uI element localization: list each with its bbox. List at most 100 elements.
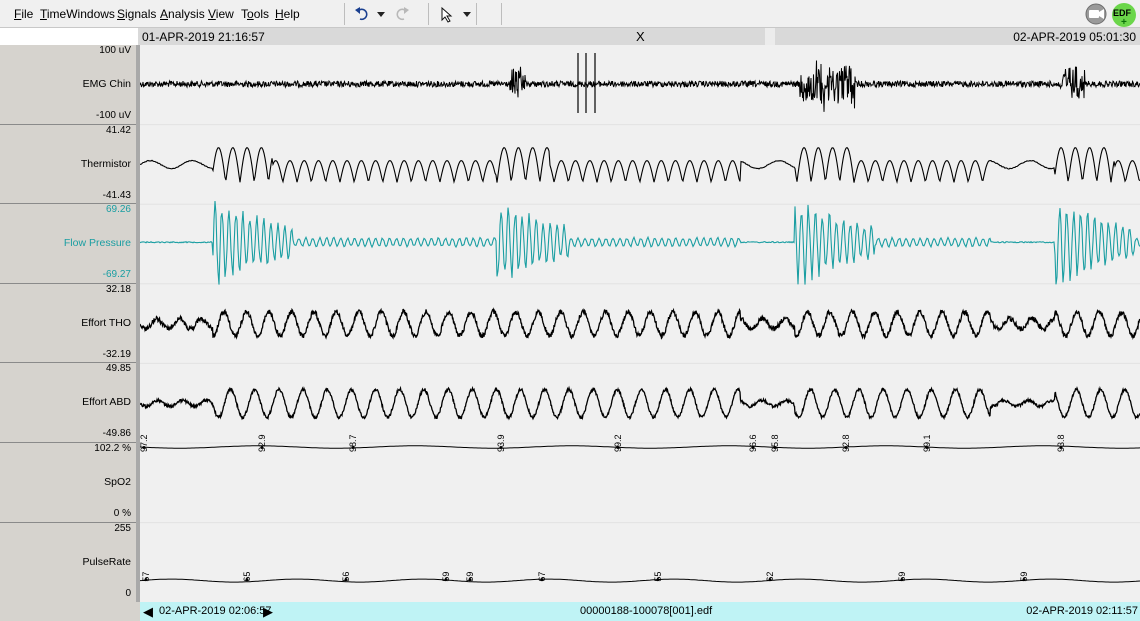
time-range-bar: 01-APR-2019 21:16:57 X 02-APR-2019 05:01… — [138, 28, 1140, 45]
signal-max-label: 102.2 % — [94, 443, 131, 454]
toolbar-separator — [476, 3, 477, 25]
toolbar-separator — [344, 3, 345, 25]
signal-name-label: Effort ABD — [82, 396, 131, 409]
pulse-point-marker — [1022, 578, 1026, 582]
scroll-right-arrow-icon[interactable]: ▶ — [263, 605, 273, 618]
time-end: 02-APR-2019 05:01:30 — [1013, 30, 1136, 44]
signal-min-label: -69.27 — [102, 269, 131, 281]
pulse-point-marker — [468, 578, 472, 582]
signal-separator — [0, 203, 136, 205]
signal-max-label: 69.26 — [105, 204, 131, 216]
menu-signals[interactable]: Signals — [117, 7, 156, 21]
spo2-point-marker — [616, 446, 620, 449]
undo-icon[interactable] — [354, 5, 370, 23]
spo2-point-label: 97.2 — [140, 434, 149, 452]
pulse-point-marker — [245, 578, 249, 582]
signal-max-label: 100 uV — [99, 45, 131, 56]
spo2-point-label: 95.8 — [770, 434, 780, 452]
menu-analysis[interactable]: Analysis — [160, 7, 205, 21]
signal-plot-area[interactable]: 97.2 92.9 98.7 93.9 99.2 96.6 95.8 92.8 99.1 93.8… — [140, 45, 1140, 602]
spo2-point-label: 96.6 — [748, 434, 758, 452]
spo2-point-marker — [499, 446, 503, 449]
pulse-point-marker — [540, 578, 544, 582]
video-camera-icon[interactable] — [1084, 1, 1108, 27]
waveform-canvas: 97.2 92.9 98.7 93.9 99.2 96.6 95.8 92.8 99.1 93.8… — [140, 53, 1140, 583]
signal-max-label: 49.85 — [105, 363, 131, 375]
pointer-icon[interactable] — [440, 5, 454, 23]
spo2-point-label: 93.8 — [1056, 434, 1066, 452]
pulse-point-marker — [444, 578, 448, 582]
effort-tho-trace — [140, 307, 1140, 340]
signal-separator — [0, 362, 136, 364]
signal-min-label: -49.86 — [102, 428, 131, 440]
signal-max-label: 41.42 — [105, 124, 131, 136]
spo2-point-marker — [351, 446, 355, 449]
toolbar-separator — [501, 3, 502, 25]
spo2-point-label: 92.9 — [257, 434, 267, 452]
footer-spacer — [0, 602, 140, 621]
spo2-point-label: 92.8 — [841, 434, 851, 452]
spo2-point-marker — [751, 446, 755, 449]
close-time-window-button[interactable]: X — [636, 29, 645, 44]
signal-name-label: EMG Chin — [82, 78, 131, 90]
pulse-point-marker — [768, 578, 772, 582]
signal-separator — [0, 442, 136, 443]
signal-min-label: 0 — [125, 587, 131, 599]
spo2-point-marker — [142, 446, 146, 449]
footer-right-time: 02-APR-2019 02:11:57 — [1026, 605, 1138, 617]
plus-icon: + — [1121, 17, 1127, 28]
signal-min-label: 0 % — [113, 508, 131, 519]
menu-bar: File TimeWindows Signals Analysis View T… — [0, 0, 1140, 28]
signal-separator — [0, 521, 136, 523]
edf-add-icon[interactable]: EDF + — [1112, 3, 1136, 28]
spo2-trace — [140, 445, 1140, 449]
signal-min-label: -41.43 — [102, 189, 131, 201]
menu-view[interactable]: View — [208, 7, 234, 21]
pulse-point-marker — [144, 578, 148, 582]
pulse-point-marker — [656, 578, 660, 582]
spo2-point-marker — [925, 446, 929, 449]
spo2-point-label: 99.1 — [922, 434, 932, 452]
signal-max-label: 255 — [114, 522, 131, 534]
signal-min-label: -100 uV — [95, 110, 131, 121]
signal-name-label: Flow Pressure — [63, 237, 131, 250]
spo2-point-marker — [260, 446, 264, 449]
spo2-point-marker — [844, 446, 848, 449]
signal-separator — [0, 123, 136, 125]
spo2-point-marker — [1059, 446, 1063, 449]
menu-timewindows[interactable]: TimeWindows — [40, 7, 115, 21]
emg-chin-trace — [140, 60, 1140, 112]
thermistor-trace — [140, 146, 1140, 184]
menu-file[interactable]: File — [14, 7, 33, 21]
signal-max-label: 32.18 — [105, 283, 131, 295]
dropdown-arrow-icon[interactable] — [462, 5, 472, 23]
redo-icon[interactable] — [396, 5, 410, 23]
signal-name-label: Thermistor — [80, 157, 131, 170]
footer-left-time: 02-APR-2019 02:06:57 — [159, 605, 272, 617]
scroll-left-arrow-icon[interactable]: ◀ — [143, 605, 153, 618]
pulse-rate-trace — [140, 578, 1140, 583]
signal-label-panel: 100 uV EMG Chin -100 uV 41.42 Thermistor -41.… — [0, 45, 136, 621]
signal-name-label: PulseRate — [82, 555, 131, 568]
signal-separator — [0, 282, 136, 284]
footer-bar: ◀ 02-APR-2019 02:06:57 ▶ 00000188-100078… — [140, 602, 1140, 621]
spo2-point-label: 99.2 — [613, 434, 623, 452]
time-start: 01-APR-2019 21:16:57 — [142, 30, 265, 44]
pulse-point-marker — [344, 578, 348, 582]
toolbar-right-icons: EDF + — [1084, 1, 1140, 28]
dropdown-arrow-icon[interactable] — [376, 5, 386, 23]
signal-name-label: Effort THO — [81, 316, 131, 329]
effort-abd-trace — [140, 385, 1140, 421]
menu-tools[interactable]: Tools — [241, 7, 269, 21]
menu-help[interactable]: Help — [275, 7, 300, 21]
signal-name-label: SpO2 — [104, 476, 131, 488]
spo2-point-label: 93.9 — [496, 434, 506, 452]
flow-pressure-trace — [140, 200, 1140, 285]
time-scroll-handle[interactable] — [765, 28, 775, 45]
spo2-point-marker — [773, 446, 777, 449]
signal-min-label: -32.19 — [102, 348, 131, 360]
toolbar-separator — [428, 3, 429, 25]
pulse-point-marker — [900, 578, 904, 582]
footer-filename: 00000188-100078[001].edf — [580, 605, 713, 617]
spo2-point-label: 98.7 — [348, 434, 358, 452]
